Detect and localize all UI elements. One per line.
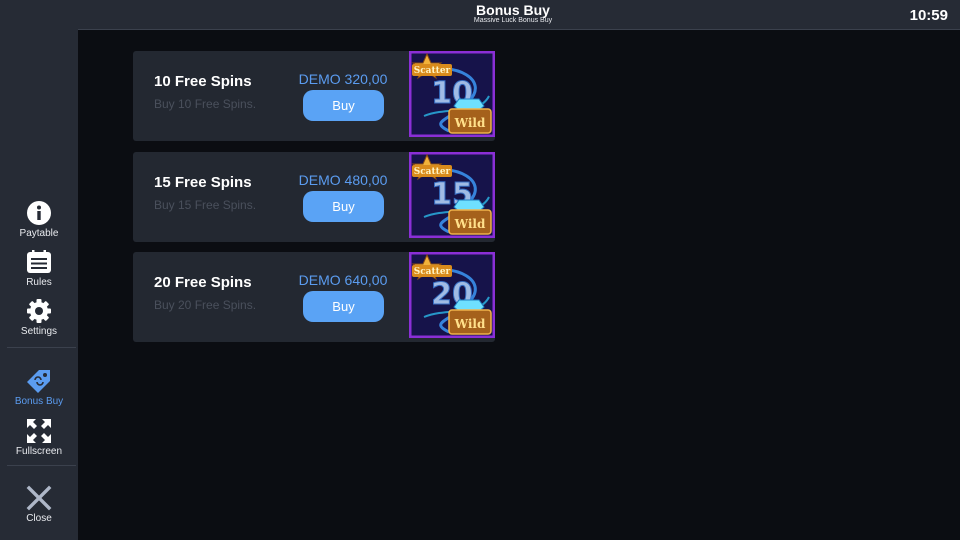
gear-icon xyxy=(26,298,52,324)
offer-card: 20 Free Spins Buy 20 Free Spins. DEMO 64… xyxy=(133,252,495,342)
sidebar-divider xyxy=(7,347,76,348)
sidebar-item-label: Fullscreen xyxy=(15,446,63,457)
free-spins-badge-image: Scatter 10 Wild xyxy=(409,51,495,137)
page-subtitle: Massive Luck Bonus Buy xyxy=(473,17,553,24)
scatter-label: Scatter xyxy=(414,267,451,277)
offer-price: DEMO 480,00 xyxy=(298,172,388,188)
sidebar-item-fullscreen[interactable]: Fullscreen xyxy=(0,418,78,457)
offer-description: Buy 10 Free Spins. xyxy=(154,97,257,111)
clock: 10:59 xyxy=(909,7,948,24)
buy-button[interactable]: Buy xyxy=(303,291,384,322)
offer-description: Buy 20 Free Spins. xyxy=(154,298,257,312)
page-title: Bonus Buy xyxy=(476,2,550,18)
buy-button[interactable]: Buy xyxy=(303,191,384,222)
sidebar-item-label: Paytable xyxy=(19,228,59,239)
sidebar-item-settings[interactable]: Settings xyxy=(0,298,78,337)
offer-title: 15 Free Spins xyxy=(154,174,252,191)
offer-title: 10 Free Spins xyxy=(154,73,252,90)
free-spins-badge-image: Scatter 20 Wild xyxy=(409,252,495,338)
sidebar-item-close[interactable]: Close xyxy=(0,485,78,524)
offer-title: 20 Free Spins xyxy=(154,274,252,291)
list-icon xyxy=(26,249,52,275)
scatter-label: Scatter xyxy=(414,167,451,177)
wild-label: Wild xyxy=(454,317,486,331)
offer-price: DEMO 320,00 xyxy=(298,71,388,87)
sidebar-item-label: Close xyxy=(26,513,52,524)
close-icon xyxy=(26,485,52,511)
offer-description: Buy 15 Free Spins. xyxy=(154,198,257,212)
offer-price: DEMO 640,00 xyxy=(298,272,388,288)
sidebar-divider xyxy=(7,465,76,466)
expand-icon xyxy=(26,418,52,444)
sidebar-item-bonus-buy[interactable]: Bonus Buy xyxy=(0,368,78,407)
buy-button[interactable]: Buy xyxy=(303,90,384,121)
offer-card: 10 Free Spins Buy 10 Free Spins. DEMO 32… xyxy=(133,51,495,141)
sidebar-item-rules[interactable]: Rules xyxy=(0,249,78,288)
header-bar: Bonus Buy Massive Luck Bonus Buy 10:59 xyxy=(78,0,960,30)
sidebar-item-label: Rules xyxy=(26,277,52,288)
sidebar: Paytable Rules Settings Bonus Buy Fullsc… xyxy=(0,0,78,540)
tag-icon xyxy=(26,368,52,394)
wild-label: Wild xyxy=(454,217,486,231)
sidebar-item-label: Settings xyxy=(20,326,58,337)
scatter-label: Scatter xyxy=(414,66,451,76)
info-icon xyxy=(26,200,52,226)
free-spins-badge-image: Scatter 15 Wild xyxy=(409,152,495,238)
sidebar-item-label: Bonus Buy xyxy=(14,396,64,407)
sidebar-item-paytable[interactable]: Paytable xyxy=(0,200,78,239)
wild-label: Wild xyxy=(454,116,486,130)
offer-card: 15 Free Spins Buy 15 Free Spins. DEMO 48… xyxy=(133,152,495,242)
